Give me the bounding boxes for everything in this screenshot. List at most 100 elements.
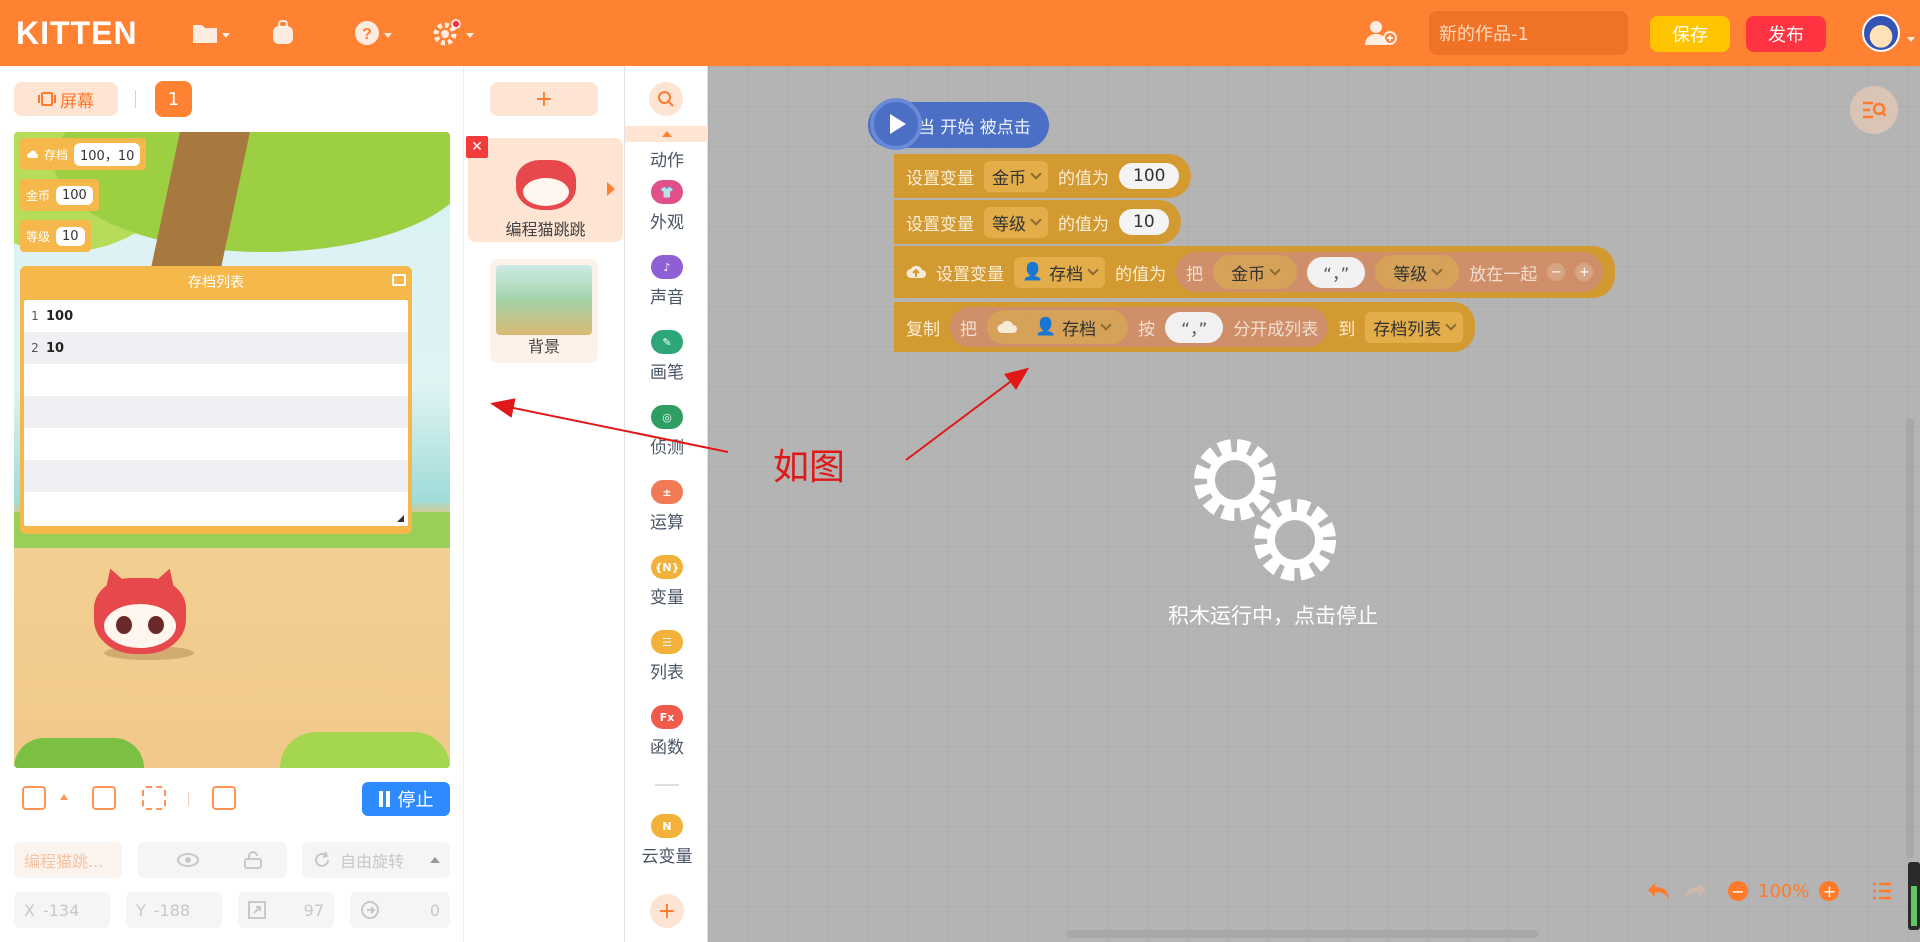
category-sensing[interactable]: ◎ 侦测 (625, 405, 709, 469)
value-input[interactable]: 100 (1119, 163, 1180, 189)
plus-icon[interactable]: + (1575, 263, 1594, 281)
direction-field[interactable]: 0 (350, 892, 450, 928)
workspace-search-button[interactable] (1850, 86, 1898, 134)
scene-number-tab[interactable]: 1 (155, 81, 192, 117)
x-label: X (24, 900, 35, 920)
category-pen[interactable]: ✎ 画笔 (625, 330, 709, 394)
music-note-icon: ♪ (651, 255, 683, 279)
category-variables[interactable]: {N} 变量 (625, 555, 709, 619)
separator-input[interactable]: “，” (1165, 311, 1224, 343)
variable-dropdown[interactable]: 等级 (984, 206, 1048, 238)
set-variable-block[interactable]: 设置变量 金币 的值为 100 (894, 154, 1192, 198)
x-value: -134 (42, 900, 80, 920)
var-monitor-level[interactable]: 等级 10 (20, 220, 91, 252)
rotate-icon (315, 851, 329, 867)
variable-dropdown-label: 存档 (1049, 264, 1084, 285)
save-button[interactable]: 保存 (1650, 16, 1730, 52)
category-sound[interactable]: ♪ 声音 (625, 255, 709, 319)
var-monitor-coins[interactable]: 金币 100 (20, 179, 99, 211)
publish-button[interactable]: 发布 (1746, 16, 1826, 52)
variable-dropdown[interactable]: 👤 存档 (1014, 256, 1106, 288)
add-extension-button[interactable]: + (650, 894, 684, 928)
target-icon: ◎ (651, 405, 683, 429)
separator-input[interactable]: “，” (1307, 256, 1366, 288)
add-user-icon (1365, 21, 1397, 45)
category-operators[interactable]: ± 运算 (625, 480, 709, 544)
avatar[interactable] (1862, 14, 1900, 52)
align-blocks-icon[interactable] (1871, 881, 1893, 901)
resize-handle[interactable] (397, 515, 404, 522)
zoom-in-button[interactable]: + (1819, 881, 1840, 901)
settings-menu[interactable] (432, 18, 474, 48)
cloud-variable-reporter[interactable]: 👤 存档 (987, 310, 1129, 344)
variable-reporter[interactable]: 金币 (1213, 255, 1298, 289)
chevron-up-icon[interactable] (60, 794, 68, 800)
variable-dropdown[interactable]: 金币 (1223, 256, 1288, 288)
stage-canvas[interactable]: 存档 100，10 金币 100 等级 10 存档列表 1 100 2 10 (14, 132, 450, 768)
export-icon[interactable] (392, 274, 406, 286)
list-monitor[interactable]: 存档列表 1 100 2 10 (20, 266, 412, 534)
list-item-empty (24, 460, 408, 492)
split-block[interactable]: 把 👤 存档 按 “，” 分开成列表 (950, 307, 1329, 347)
set-cloud-variable-block[interactable]: 设置变量 👤 存档 的值为 把 金币 “，” 等级 放在一起 − + (894, 246, 1616, 298)
join-block[interactable]: 把 金币 “，” 等级 放在一起 − + (1176, 252, 1604, 292)
grid-icon[interactable] (92, 786, 116, 810)
backpack-button[interactable] (270, 18, 296, 48)
list-dropdown[interactable]: 存档列表 (1365, 311, 1464, 343)
collaborate-button[interactable] (1364, 18, 1398, 48)
var-monitor-label: 等级 (26, 229, 51, 244)
value-input[interactable]: 10 (1119, 209, 1169, 235)
running-status-text[interactable]: 积木运行中，点击停止 (1158, 600, 1388, 630)
project-title-input[interactable] (1429, 11, 1628, 55)
zoom-out-button[interactable]: − (1728, 881, 1748, 901)
block-search-button[interactable] (649, 82, 683, 116)
list-monitor-title: 存档列表 (188, 275, 244, 291)
value-of-label: 的值为 (1058, 168, 1109, 189)
sprite-cat[interactable] (94, 564, 186, 654)
set-variable-block[interactable]: 设置变量 等级 的值为 10 (894, 200, 1181, 244)
add-sprite-button[interactable]: + (490, 82, 598, 116)
play-preview-icon[interactable] (212, 786, 236, 810)
sprite-card-selected[interactable]: ✕ 编程猫跳跳 (466, 136, 623, 242)
stop-button[interactable]: 停止 (362, 782, 450, 816)
category-functions[interactable]: Fx 函数 (625, 705, 709, 769)
split-label: 分开成列表 (1233, 319, 1319, 340)
list-item-empty (24, 428, 408, 460)
fullscreen-icon[interactable] (142, 786, 166, 810)
rotation-mode-select[interactable]: 自由旋转 (302, 842, 450, 878)
category-cloud-variables[interactable]: N 云变量 (625, 814, 709, 878)
divider (188, 792, 189, 806)
background-card[interactable]: 背景 (490, 259, 598, 363)
category-looks[interactable]: 👕 外观 (625, 180, 709, 244)
variable-dropdown[interactable]: 👤 存档 (1027, 311, 1119, 343)
var-monitor-save[interactable]: 存档 100，10 (20, 138, 147, 170)
close-icon[interactable]: ✕ (466, 136, 488, 158)
when-start-clicked-block[interactable]: 当 开始 被点击 (868, 98, 1049, 150)
variable-reporter[interactable]: 等级 (1375, 255, 1460, 289)
help-menu[interactable]: ? (354, 18, 392, 48)
redo-icon[interactable] (1682, 881, 1708, 901)
variable-dropdown[interactable]: 金币 (984, 160, 1048, 192)
phone-mode-icon[interactable] (22, 786, 46, 810)
chevron-down-icon[interactable] (1907, 37, 1915, 42)
undo-icon[interactable] (1646, 881, 1672, 901)
lock-toggle[interactable] (219, 842, 287, 878)
minus-icon[interactable]: − (1547, 263, 1566, 281)
chevron-right-icon[interactable] (607, 182, 615, 196)
cat-eye (116, 616, 132, 634)
horizontal-scrollbar[interactable] (1066, 930, 1538, 938)
size-field[interactable]: 97 (238, 892, 334, 928)
scroll-up-button[interactable] (625, 126, 709, 142)
sprite-name-field[interactable]: 编程猫跳... (14, 842, 122, 878)
search-list-icon (1863, 101, 1887, 119)
x-field[interactable]: X -134 (14, 892, 110, 928)
sprite-card-name: 编程猫跳跳 (505, 220, 586, 239)
vertical-scrollbar[interactable] (1906, 418, 1914, 858)
size-value: 97 (303, 900, 324, 920)
copy-split-block[interactable]: 复制 把 👤 存档 按 “，” 分开成列表 到 存档列表 (894, 302, 1476, 352)
variable-dropdown[interactable]: 等级 (1385, 256, 1450, 288)
screen-tab[interactable]: 屏幕 (14, 82, 118, 116)
category-lists[interactable]: ☰ 列表 (625, 630, 709, 694)
file-menu[interactable] (192, 18, 230, 48)
y-field[interactable]: Y -188 (126, 892, 222, 928)
